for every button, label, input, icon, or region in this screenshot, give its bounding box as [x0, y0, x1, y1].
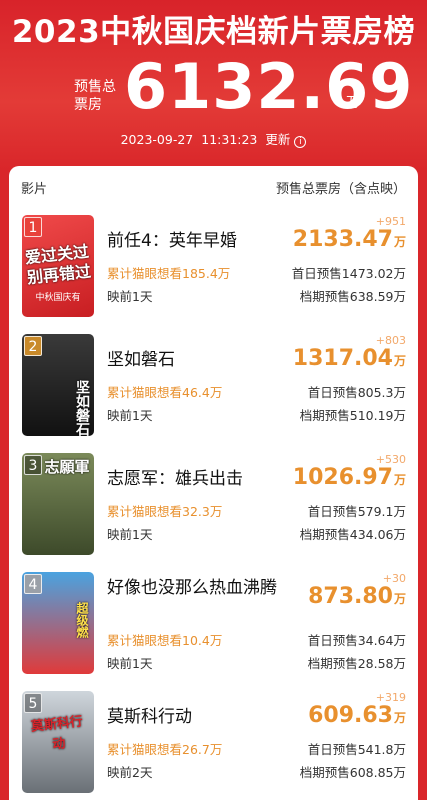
movie-row[interactable]: 4 超级燃 好像也没那么热血沸腾 累计猫眼想看10.4万 映前1天 +30 87… [9, 572, 418, 690]
period-presale: 档期预售638.59万 [299, 289, 406, 304]
presale-gross-value: 1317.04 [292, 346, 393, 371]
movie-title[interactable]: 好像也没那么热血沸腾 [107, 576, 307, 600]
first-day-presale: 首日预售579.1万 [307, 504, 406, 519]
period-presale: 档期预售434.06万 [299, 527, 406, 542]
poster-subcaption: 中秋国庆有 [35, 293, 81, 303]
movie-poster[interactable]: 1 爱过关过 别再错过 中秋国庆有 [22, 215, 94, 317]
release-countdown: 映前1天 [107, 656, 153, 671]
movie-title[interactable]: 志愿军：雄兵出击 [107, 467, 307, 491]
movie-poster[interactable]: 4 超级燃 [22, 572, 94, 674]
poster-caption: 志願軍 [44, 458, 90, 476]
column-header-presale: 预售总票房（含点映） [275, 182, 406, 197]
first-day-presale: 首日预售541.8万 [307, 742, 406, 757]
poster-caption: 坚如磐石 [74, 380, 90, 436]
presale-gross-value: 1026.97 [292, 465, 393, 490]
presale-gross-value: 873.80 [308, 584, 393, 609]
presale-gross-unit: 万 [393, 235, 406, 249]
movie-title[interactable]: 坚如磐石 [107, 348, 307, 372]
column-header-film: 影片 [21, 182, 48, 197]
table-header: 影片 预售总票房（含点映） [9, 176, 418, 198]
period-presale: 档期预售28.58万 [307, 656, 406, 671]
update-date: 2023-09-27 [120, 132, 194, 147]
total-presale-value: 6132.69 [124, 50, 414, 123]
presale-gross-unit: 万 [393, 473, 406, 487]
period-presale: 档期预售608.85万 [299, 765, 406, 780]
movie-poster[interactable]: 3 志願軍 [22, 453, 94, 555]
release-countdown: 映前2天 [107, 765, 153, 780]
total-presale-unit: 万 [346, 95, 360, 111]
movie-row[interactable]: 5 莫斯科行动 莫斯科行动 累计猫眼想看26.7万 映前2天 +319 609.… [9, 691, 418, 800]
update-timestamp: 2023-09-27 11:31:23 更新 i [0, 129, 427, 148]
want-to-see-count: 累计猫眼想看10.4万 [107, 633, 223, 648]
presale-gross: 609.63万 [308, 703, 406, 728]
presale-gross: 873.80万 [308, 584, 406, 609]
want-to-see-count: 累计猫眼想看26.7万 [107, 742, 223, 757]
rank-badge: 1 [24, 217, 42, 237]
poster-caption: 爱过关过 别再错过 [24, 241, 92, 288]
total-presale-label: 预售总票房 [74, 79, 116, 113]
movie-title[interactable]: 莫斯科行动 [107, 705, 307, 729]
want-to-see-count: 累计猫眼想看32.3万 [107, 504, 223, 519]
presale-gross-unit: 万 [393, 354, 406, 368]
ranking-panel: 影片 预售总票房（含点映） 1 爱过关过 别再错过 中秋国庆有 前任4：英年早婚… [9, 166, 418, 800]
info-icon[interactable]: i [294, 136, 307, 148]
presale-gross-value: 609.63 [308, 703, 393, 728]
release-countdown: 映前1天 [107, 527, 153, 542]
want-to-see-count: 累计猫眼想看185.4万 [107, 266, 231, 281]
want-to-see-count: 累计猫眼想看46.4万 [107, 385, 223, 400]
update-label: 更新 [265, 132, 291, 147]
movie-poster[interactable]: 5 莫斯科行动 [22, 691, 94, 793]
movie-title[interactable]: 前任4：英年早婚 [107, 229, 307, 253]
rank-badge: 3 [24, 455, 42, 475]
movie-poster[interactable]: 2 坚如磐石 [22, 334, 94, 436]
header-banner: 2023中秋国庆档新片票房榜 预售总票房 6132.69 万 2023-09-2… [0, 0, 427, 170]
presale-gross-unit: 万 [393, 711, 406, 725]
page-title: 2023中秋国庆档新片票房榜 [11, 14, 416, 50]
movie-row[interactable]: 2 坚如磐石 坚如磐石 累计猫眼想看46.4万 映前1天 +803 1317.0… [9, 334, 418, 452]
update-time: 11:31:23 [201, 132, 258, 147]
presale-gross: 2133.47万 [293, 227, 406, 252]
presale-gross-value: 2133.47 [292, 227, 393, 252]
first-day-presale: 首日预售34.64万 [307, 633, 406, 648]
release-countdown: 映前1天 [107, 408, 153, 423]
poster-caption: 莫斯科行动 [30, 714, 84, 753]
rank-badge: 5 [24, 693, 42, 713]
presale-gross: 1317.04万 [293, 346, 406, 371]
movie-row[interactable]: 3 志願軍 志愿军：雄兵出击 累计猫眼想看32.3万 映前1天 +530 102… [9, 453, 418, 571]
rank-badge: 2 [24, 336, 42, 356]
movie-row[interactable]: 1 爱过关过 别再错过 中秋国庆有 前任4：英年早婚 累计猫眼想看185.4万 … [9, 215, 418, 333]
rank-badge: 4 [24, 574, 42, 594]
presale-gross: 1026.97万 [293, 465, 406, 490]
poster-caption: 超级燃 [75, 602, 89, 638]
release-countdown: 映前1天 [107, 289, 153, 304]
first-day-presale: 首日预售805.3万 [307, 385, 406, 400]
presale-gross-unit: 万 [393, 592, 406, 606]
period-presale: 档期预售510.19万 [299, 408, 406, 423]
first-day-presale: 首日预售1473.02万 [291, 266, 406, 281]
